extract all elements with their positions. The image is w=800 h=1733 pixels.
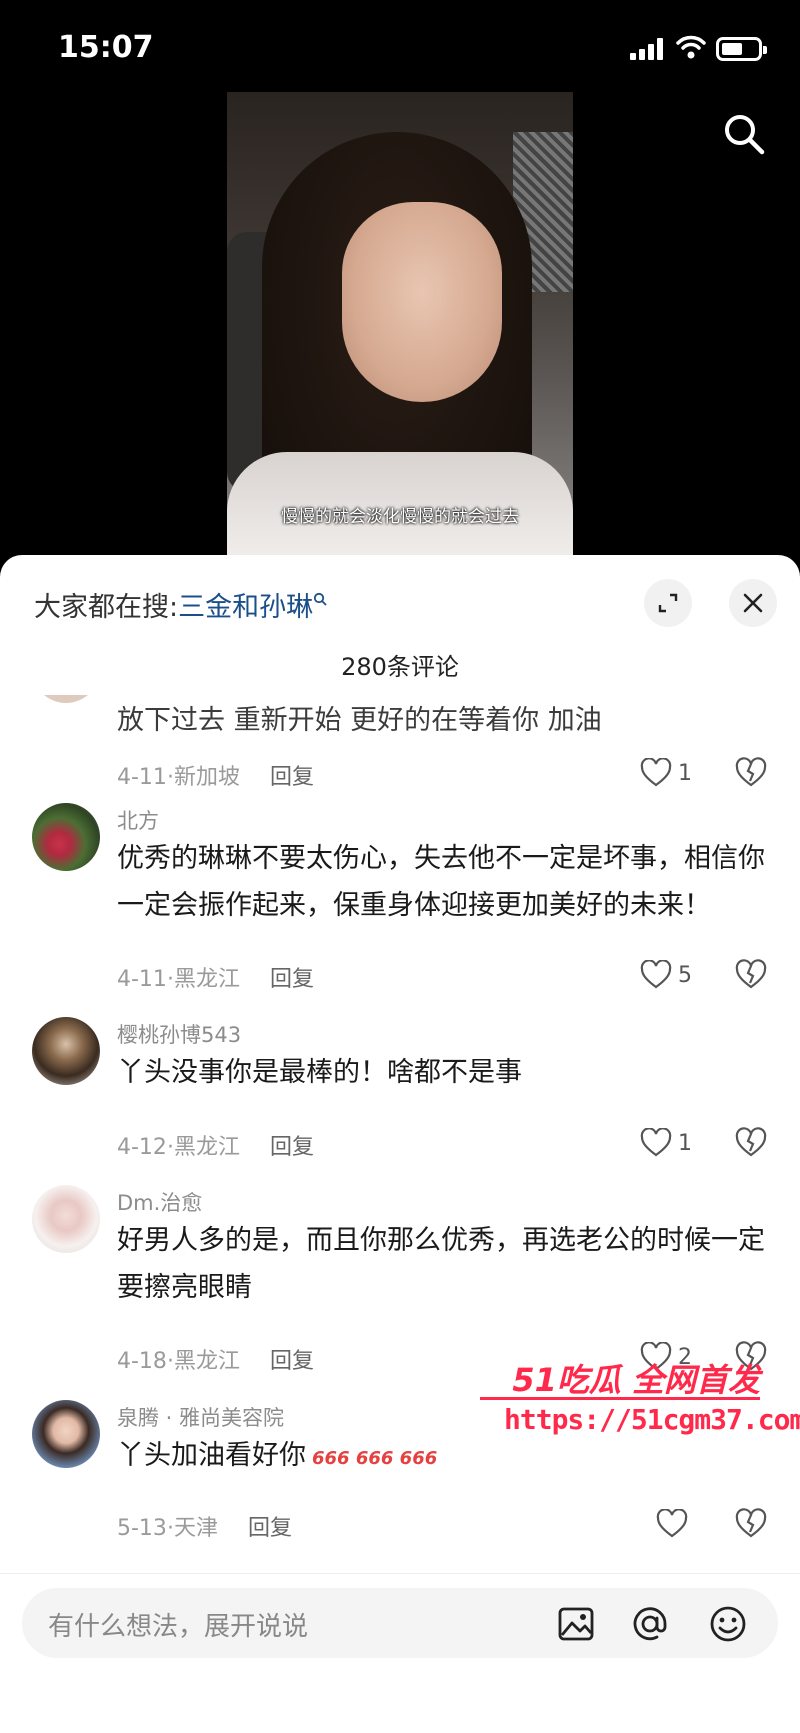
comment-meta: 4-11·新加坡 回复 (117, 765, 314, 790)
close-icon (743, 593, 763, 613)
reply-button[interactable]: 回复 (270, 967, 314, 992)
like-button[interactable] (656, 1506, 716, 1542)
reply-button[interactable]: 回复 (270, 1135, 314, 1160)
battery-icon (716, 37, 767, 61)
at-icon[interactable] (630, 1604, 670, 1644)
reply-button[interactable]: 回复 (270, 1349, 314, 1374)
hot-search[interactable]: 大家都在搜:三金和孙琳 (34, 585, 327, 624)
cellular-signal-icon (630, 38, 664, 60)
image-icon[interactable] (556, 1604, 596, 1644)
comment-username[interactable]: Dm.治愈 (117, 1187, 202, 1217)
emoji-icon[interactable] (708, 1604, 748, 1644)
reply-button[interactable]: 回复 (248, 1516, 292, 1541)
comment-meta: 4-12·黑龙江 回复 (117, 1135, 314, 1160)
video-person-face (342, 202, 502, 402)
comment-location: 黑龙江 (173, 967, 240, 992)
heart-icon (656, 1509, 688, 1538)
comment-username[interactable]: 北方 (117, 805, 159, 835)
comment-input[interactable]: 有什么想法，展开说说 (22, 1588, 778, 1658)
small-search-icon (314, 592, 327, 606)
comment-date: 4-11 (117, 967, 167, 992)
comment-input-bar: 有什么想法，展开说说 (0, 1573, 800, 1733)
like-button[interactable]: 1 (640, 1125, 700, 1161)
comment-text: 优秀的琳琳不要太伤心，失去他不一定是坏事，相信你一定会振作起来，保重身体迎接更加… (117, 843, 765, 921)
heart-icon (640, 960, 672, 989)
wifi-icon (676, 35, 706, 59)
watermark-divider (480, 1397, 760, 1400)
broken-heart-icon[interactable] (734, 1506, 768, 1540)
hot-search-prefix: 大家都在搜: (34, 592, 179, 623)
comment-input-placeholder: 有什么想法，展开说说 (48, 1612, 309, 1642)
like-button[interactable]: 1 (640, 755, 700, 791)
comment-sheet: 大家都在搜:三金和孙琳 280条评论 放下过去 重新开始 更好的在等着你 加油 … (0, 555, 800, 1733)
avatar[interactable] (32, 1400, 100, 1468)
like-button[interactable]: 5 (640, 957, 700, 993)
broken-heart-icon[interactable] (734, 957, 768, 991)
expand-button[interactable] (644, 579, 692, 627)
video-player[interactable]: 慢慢的就会淡化慢慢的就会过去 (227, 92, 573, 560)
avatar[interactable] (32, 1185, 100, 1253)
comment-meta: 5-13·天津 回复 (117, 1516, 292, 1541)
reply-button[interactable]: 回复 (270, 765, 314, 790)
heart-icon (640, 1128, 672, 1157)
video-caption: 慢慢的就会淡化慢慢的就会过去 (281, 507, 519, 527)
comment-text: 丫头没事你是最棒的！啥都不是事 (117, 1057, 522, 1088)
close-button[interactable] (729, 579, 777, 627)
like-count: 1 (678, 760, 692, 786)
broken-heart-icon[interactable] (734, 1125, 768, 1159)
heart-icon (640, 758, 672, 787)
comment-date: 4-11 (117, 765, 167, 790)
broken-heart-icon[interactable] (734, 755, 768, 789)
comment-location: 黑龙江 (173, 1135, 240, 1160)
expand-icon (658, 593, 678, 613)
avatar[interactable] (32, 695, 100, 703)
like-count: 5 (678, 962, 692, 988)
status-bar: 15:07 (0, 0, 800, 100)
comment-text: 放下过去 重新开始 更好的在等着你 加油 (117, 705, 602, 736)
comment-text: 好男人多的是，而且你那么优秀，再选老公的时候一定要擦亮眼睛 (117, 1225, 765, 1303)
watermark-url: https://51cgm37.com (504, 1403, 800, 1436)
comment-location: 新加坡 (173, 765, 240, 790)
comment-location: 黑龙江 (173, 1349, 240, 1374)
like-count: 1 (678, 1130, 692, 1156)
hot-search-keyword[interactable]: 三金和孙琳 (178, 592, 313, 623)
comment-location: 天津 (173, 1516, 218, 1541)
watermark: 51吃瓜 全网首发 https://51cgm37.com (480, 1355, 800, 1465)
comment-count: 280条评论 (341, 653, 459, 681)
comment-date: 4-18 (117, 1349, 167, 1374)
emoji-666: 666 666 666 (312, 1448, 438, 1469)
comment-sheet-header: 大家都在搜:三金和孙琳 280条评论 (0, 555, 800, 681)
comment-date: 5-13 (117, 1516, 167, 1541)
comment-date: 4-12 (117, 1135, 167, 1160)
avatar[interactable] (32, 803, 100, 871)
comment-meta: 4-11·黑龙江 回复 (117, 967, 314, 992)
comment-text-body: 丫头加油看好你 (117, 1440, 306, 1471)
comment-username[interactable]: 泉腾 · 雅尚美容院 (117, 1402, 284, 1432)
status-time: 15:07 (58, 30, 154, 65)
watermark-title: 51吃瓜 全网首发 (512, 1361, 760, 1399)
comment-username[interactable]: 樱桃孙博543 (117, 1019, 241, 1049)
search-icon[interactable] (722, 112, 766, 156)
avatar[interactable] (32, 1017, 100, 1085)
comment-meta: 4-18·黑龙江 回复 (117, 1349, 314, 1374)
